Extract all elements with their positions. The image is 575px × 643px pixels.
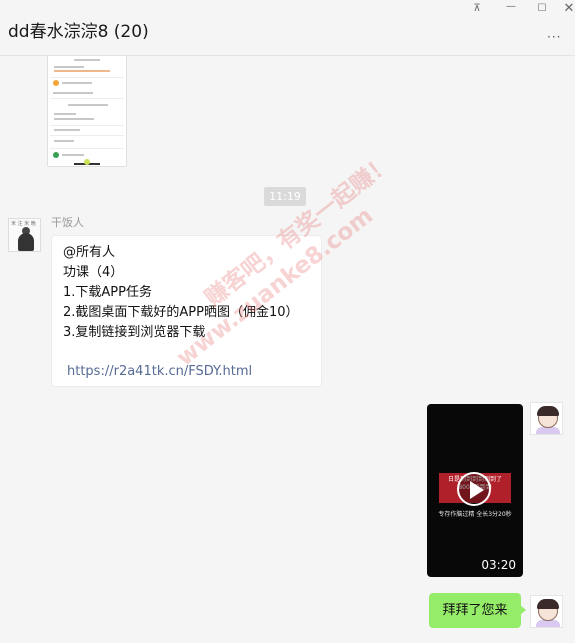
message-link[interactable]: https://r2a41tk.cn/FSDY.html <box>67 362 252 382</box>
my-avatar[interactable] <box>530 595 563 628</box>
pin-icon[interactable]: ⊼ <box>466 2 488 16</box>
video-message[interactable]: 日是到到到到到到了 8000到到到 专存作脑过精 全长3分20秒 03:20 <box>427 404 523 577</box>
shared-screenshot-image[interactable] <box>47 56 127 167</box>
message-timestamp: 11:19 <box>264 187 306 206</box>
outgoing-message-bubble[interactable]: 拜拜了您来 <box>429 593 526 628</box>
sender-name: 干饭人 <box>51 216 84 229</box>
play-icon[interactable] <box>457 472 491 506</box>
chat-messages-area[interactable]: 11:19 米 注 米 晚 干饭人 @所有人 功课（4） 1.下载APP任务 2… <box>0 56 575 643</box>
message-line: 功课（4） <box>63 265 124 280</box>
video-duration: 03:20 <box>481 558 516 572</box>
message-line: 2.截图桌面下载好的APP晒图（佣金10） <box>63 305 299 320</box>
message-line: 3.复制链接到浏览器下载 <box>63 325 206 340</box>
incoming-message-bubble[interactable]: @所有人 功课（4） 1.下载APP任务 2.截图桌面下载好的APP晒图（佣金1… <box>51 235 322 387</box>
message-line: 1.下载APP任务 <box>63 285 152 300</box>
chat-title: dd春水淙淙8 (20) <box>8 22 149 42</box>
close-button[interactable]: ✕ <box>558 2 575 16</box>
my-avatar[interactable] <box>530 402 563 435</box>
title-bar: dd春水淙淙8 (20) ⊼ — ☐ ✕ ··· <box>0 0 575 56</box>
more-options-button[interactable]: ··· <box>547 30 561 44</box>
minimize-button[interactable]: — <box>500 0 522 14</box>
message-line: @所有人 <box>63 245 116 260</box>
maximize-button[interactable]: ☐ <box>531 2 553 16</box>
sender-avatar[interactable]: 米 注 米 晚 <box>8 218 41 252</box>
video-caption-text: 专存作脑过精 全长3分20秒 <box>438 511 512 518</box>
